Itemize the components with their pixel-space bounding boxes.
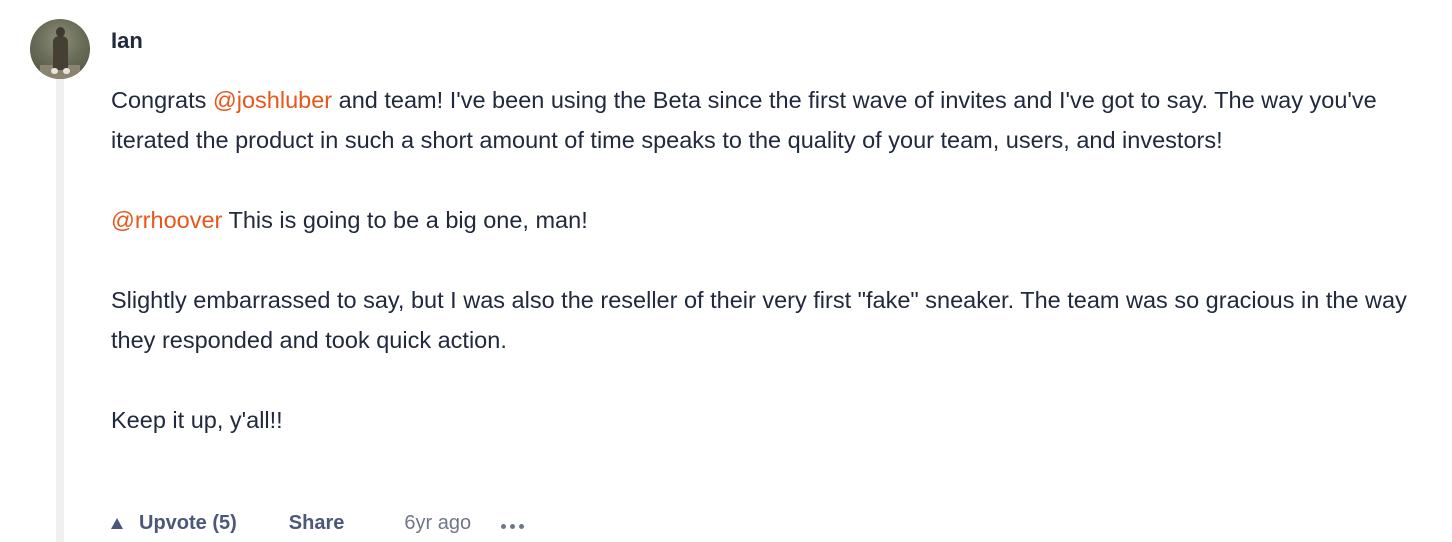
avatar-figure-head: [56, 27, 65, 37]
upvote-label: Upvote (5): [139, 511, 237, 534]
upvote-button[interactable]: Upvote (5): [100, 512, 237, 535]
avatar-figure-foot: [63, 68, 70, 74]
comment-body: Congrats @joshluber and team! I've been …: [111, 80, 1411, 480]
avatar-figure-foot: [51, 68, 58, 74]
more-horizontal-icon: [519, 523, 525, 529]
more-options-button[interactable]: [501, 518, 525, 529]
comment-text: Keep it up, y'all!!: [111, 407, 283, 433]
comment-actions: Upvote (5) Share 6yr ago: [111, 508, 525, 538]
comment-paragraph: Slightly embarrassed to say, but I was a…: [111, 280, 1411, 360]
comment-text: This is going to be a big one, man!: [222, 207, 588, 233]
avatar-figure: [53, 36, 68, 70]
comment: Ian Congrats @joshluber and team! I've b…: [0, 0, 1452, 542]
share-button[interactable]: Share: [289, 512, 345, 535]
timestamp[interactable]: 6yr ago: [404, 512, 471, 535]
share-label: Share: [288, 511, 345, 534]
triangle-up-icon: [111, 517, 123, 529]
comment-paragraph: Keep it up, y'all!!: [111, 400, 1411, 440]
comment-paragraph: Congrats @joshluber and team! I've been …: [111, 80, 1411, 160]
comment-text: Slightly embarrassed to say, but I was a…: [111, 287, 1407, 353]
avatar[interactable]: [30, 19, 90, 79]
author-name[interactable]: Ian: [111, 27, 143, 55]
thread-line[interactable]: [56, 66, 64, 542]
mention-link[interactable]: @joshluber: [213, 87, 332, 113]
comment-text: Congrats: [111, 87, 213, 113]
mention-link[interactable]: @rrhoover: [111, 207, 222, 233]
more-horizontal-icon: [501, 523, 507, 529]
more-horizontal-icon: [510, 523, 516, 529]
comment-paragraph: @rrhoover This is going to be a big one,…: [111, 200, 1411, 240]
